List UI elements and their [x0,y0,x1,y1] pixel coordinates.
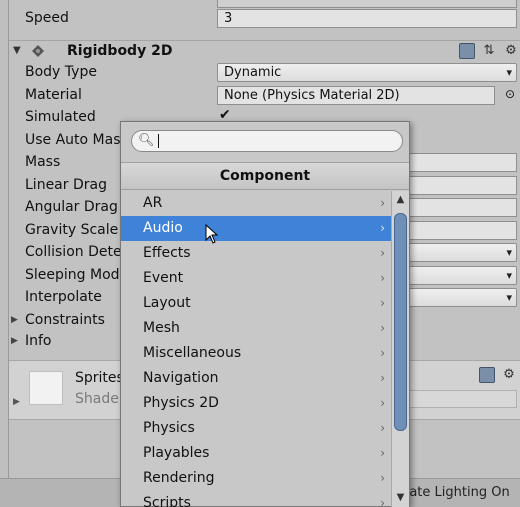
component-list: AR › Audio › Effects › Event › Layout › Mesh › Misce… [121,191,391,507]
component-category-item[interactable]: Physics 2D › [121,391,391,416]
category-label: Physics 2D [143,395,219,411]
chevron-right-icon: › [380,321,385,335]
expand-arrow-icon[interactable]: ▶ [11,315,18,325]
chevron-right-icon: › [380,221,385,235]
component-category-item[interactable]: Effects › [121,241,391,266]
component-category-item[interactable]: Physics › [121,416,391,441]
component-category-item[interactable]: Event › [121,266,391,291]
category-label: Effects [143,245,191,261]
info-label: Info [25,333,52,349]
body-type-dropdown[interactable]: Dynamic [217,63,517,82]
gear-icon[interactable]: ⚙ [503,43,519,59]
scroll-up-arrow-icon[interactable]: ▲ [392,191,409,209]
speed-row: Speed 3 [9,8,520,30]
component-title: Rigidbody 2D [67,43,173,59]
constraints-label: Constraints [25,312,105,328]
category-label: Audio [143,220,183,236]
component-category-item[interactable]: Navigation › [121,366,391,391]
category-label: Miscellaneous [143,345,242,361]
help-book-icon[interactable] [479,367,495,383]
chevron-right-icon: › [380,346,385,360]
component-category-item[interactable]: Playables › [121,441,391,466]
category-label: Playables [143,445,210,461]
lighting-status: rate Lighting On [404,485,510,500]
chevron-right-icon: › [380,496,385,507]
chevron-right-icon: › [380,246,385,260]
component-category-item[interactable]: Rendering › [121,466,391,491]
chevron-right-icon: › [380,371,385,385]
category-label: Scripts [143,495,191,507]
category-label: AR [143,195,163,211]
search-box[interactable]: 🔍︎ [131,130,403,152]
component-category-item[interactable]: Audio › [121,216,391,241]
script-field[interactable] [217,0,517,8]
category-label: Physics [143,420,195,436]
component-category-item[interactable]: Miscellaneous › [121,341,391,366]
gravity-scale-label: Gravity Scale [25,222,119,238]
sprite-header-icons: ⚙ [479,367,517,383]
body-type-row: Body Type Dynamic [9,62,520,84]
scrollbar-thumb[interactable] [394,213,407,431]
interpolate-label: Interpolate [25,289,102,305]
material-label: Material [25,87,82,103]
gear-icon[interactable]: ⚙ [501,367,517,383]
popup-header: Component [121,162,409,190]
category-label: Event [143,270,184,286]
chevron-right-icon: › [380,471,385,485]
category-label: Rendering [143,470,215,486]
presets-icon[interactable]: ⇅ [481,43,497,59]
chevron-right-icon: › [380,396,385,410]
material-field[interactable]: None (Physics Material 2D) [217,86,495,105]
angular-drag-label: Angular Drag [25,199,118,215]
chevron-right-icon: › [380,196,385,210]
material-name: Sprites [75,370,124,386]
expand-arrow-icon[interactable]: ▶ [11,336,18,346]
sleeping-label: Sleeping Mode [25,267,129,283]
shader-label: Shader [75,391,125,407]
object-picker-icon[interactable]: ⊙ [505,87,515,101]
linear-drag-label: Linear Drag [25,177,107,193]
mouse-cursor-icon [205,224,219,244]
component-category-item[interactable]: AR › [121,191,391,216]
component-category-item[interactable]: Layout › [121,291,391,316]
speed-label: Speed [25,10,69,26]
chevron-right-icon: › [380,421,385,435]
material-thumbnail [29,371,63,405]
material-row: Material None (Physics Material 2D) ⊙ [9,85,520,107]
chevron-right-icon: › [380,296,385,310]
fold-arrow-icon[interactable]: ▼ [13,45,21,56]
speed-field[interactable]: 3 [217,9,517,28]
shader-dropdown[interactable] [405,390,517,408]
search-icon: 🔍︎ [138,133,155,148]
category-label: Navigation [143,370,219,386]
category-label: Layout [143,295,191,311]
text-caret [158,134,159,148]
expand-arrow-icon[interactable]: ▶ [13,397,20,407]
simulated-label: Simulated [25,109,96,125]
add-component-popup: 🔍︎ Component AR › Audio › Effects › Event › Layo… [120,121,410,507]
component-category-item[interactable]: Scripts › [121,491,391,507]
rigidbody-header[interactable]: ▼ Rigidbody 2D ⇅ ⚙ [9,40,520,62]
collision-label: Collision Detec [25,244,130,260]
auto-mass-label: Use Auto Mas [25,132,121,148]
chevron-right-icon: › [380,446,385,460]
scrollbar[interactable]: ▲ ▼ [391,191,409,507]
scroll-down-arrow-icon[interactable]: ▼ [392,489,409,507]
mass-label: Mass [25,154,61,170]
component-category-item[interactable]: Mesh › [121,316,391,341]
body-type-label: Body Type [25,64,97,80]
rigidbody-icon [32,45,44,57]
header-icons: ⇅ ⚙ [459,43,519,59]
category-label: Mesh [143,320,180,336]
chevron-right-icon: › [380,271,385,285]
help-book-icon[interactable] [459,43,475,59]
